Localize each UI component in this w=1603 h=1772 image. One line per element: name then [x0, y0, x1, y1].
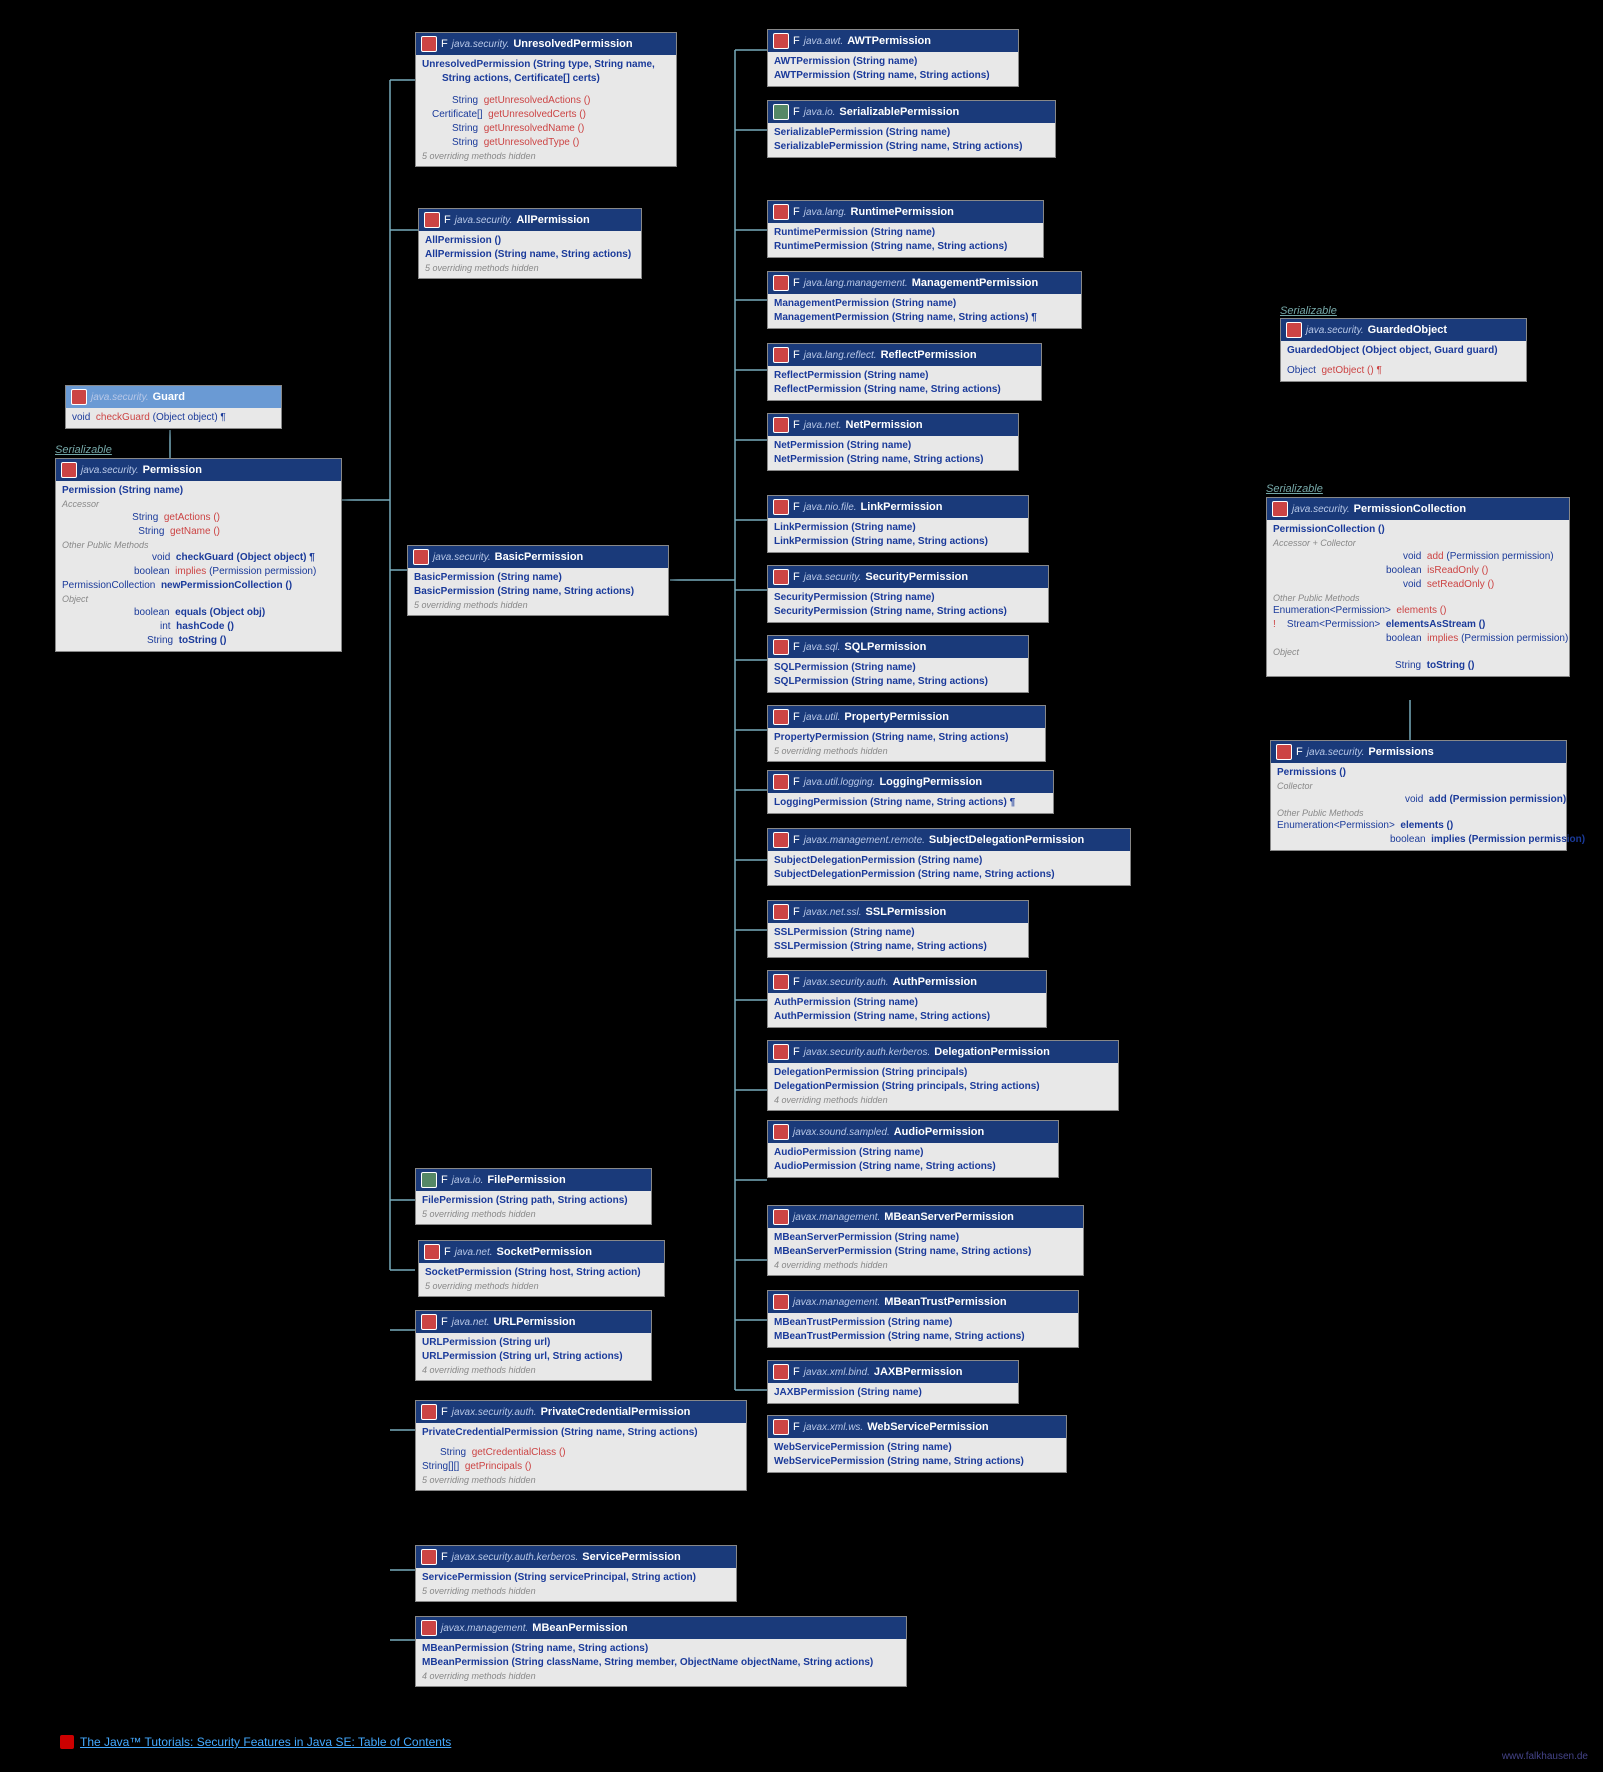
class-icon	[773, 347, 789, 363]
class-icon	[773, 499, 789, 515]
class-runtime-permission: Fjava.lang.RuntimePermissionRuntimePermi…	[767, 200, 1044, 258]
class-security-permission: Fjava.security.SecurityPermissionSecurit…	[767, 565, 1049, 623]
class-audio-permission: javax.sound.sampled.AudioPermissionAudio…	[767, 1120, 1059, 1178]
class-icon	[424, 1244, 440, 1260]
class-file-permission: Fjava.io.FilePermission FilePermission (…	[415, 1168, 652, 1225]
class-icon	[421, 36, 437, 52]
watermark: www.falkhausen.de	[1502, 1751, 1588, 1762]
class-icon	[773, 1419, 789, 1435]
class-permission: java.security.Permission Permission (Str…	[55, 458, 342, 652]
class-mbean-server-permission: javax.management.MBeanServerPermissionMB…	[767, 1205, 1084, 1276]
class-icon	[773, 1364, 789, 1380]
class-icon	[773, 104, 789, 120]
class-auth-permission: Fjavax.security.auth.AuthPermissionAuthP…	[767, 970, 1047, 1028]
class-logging-permission: Fjava.util.logging.LoggingPermissionLogg…	[767, 770, 1054, 814]
interface-icon	[71, 389, 87, 405]
class-icon	[421, 1172, 437, 1188]
class-header: java.security.BasicPermission	[408, 546, 668, 568]
class-mbean-permission: javax.management.MBeanPermission MBeanPe…	[415, 1616, 907, 1687]
class-url-permission: Fjava.net.URLPermission URLPermission (S…	[415, 1310, 652, 1381]
class-net-permission: Fjava.net.NetPermissionNetPermission (St…	[767, 413, 1019, 471]
class-private-credential-permission: Fjavax.security.auth.PrivateCredentialPe…	[415, 1400, 747, 1491]
class-icon	[773, 774, 789, 790]
class-permissions: Fjava.security.Permissions Permissions (…	[1270, 740, 1567, 851]
class-icon	[773, 275, 789, 291]
class-icon	[773, 33, 789, 49]
oracle-icon	[60, 1735, 74, 1749]
class-icon	[421, 1404, 437, 1420]
class-jaxb-permission: Fjavax.xml.bind.JAXBPermissionJAXBPermis…	[767, 1360, 1019, 1404]
class-header: java.security.Guard	[66, 386, 281, 408]
class-permission-collection: java.security.PermissionCollection Permi…	[1266, 497, 1570, 677]
class-management-permission: Fjava.lang.management.ManagementPermissi…	[767, 271, 1082, 329]
class-icon	[773, 569, 789, 585]
class-body: void checkGuard (Object object) ¶	[66, 408, 281, 428]
class-ssl-permission: Fjavax.net.ssl.SSLPermissionSSLPermissio…	[767, 900, 1029, 958]
class-icon	[773, 417, 789, 433]
class-delegation-permission: Fjavax.security.auth.kerberos.Delegation…	[767, 1040, 1119, 1111]
class-icon	[773, 1044, 789, 1060]
class-icon	[773, 639, 789, 655]
class-icon	[773, 832, 789, 848]
connector-lines	[0, 0, 1603, 1772]
class-icon	[1272, 501, 1288, 517]
serializable-label: Serializable	[1266, 483, 1323, 495]
class-icon	[421, 1314, 437, 1330]
class-icon	[421, 1620, 437, 1636]
class-property-permission: Fjava.util.PropertyPermissionPropertyPer…	[767, 705, 1046, 762]
class-icon	[424, 212, 440, 228]
class-subject-delegation-permission: Fjavax.management.remote.SubjectDelegati…	[767, 828, 1131, 886]
class-header: Fjava.security.AllPermission	[419, 209, 641, 231]
class-link-permission: Fjava.nio.file.LinkPermissionLinkPermiss…	[767, 495, 1029, 553]
class-basic-permission: java.security.BasicPermission BasicPermi…	[407, 545, 669, 616]
class-all-permission: Fjava.security.AllPermission AllPermissi…	[418, 208, 642, 279]
class-icon	[773, 709, 789, 725]
class-sql-permission: Fjava.sql.SQLPermissionSQLPermission (St…	[767, 635, 1029, 693]
class-service-permission: Fjavax.security.auth.kerberos.ServicePer…	[415, 1545, 737, 1602]
class-icon	[421, 1549, 437, 1565]
class-icon	[1276, 744, 1292, 760]
class-awt-permission: Fjava.awt.AWTPermissionAWTPermission (St…	[767, 29, 1019, 87]
class-web-service-permission: Fjavax.xml.ws.WebServicePermissionWebSer…	[767, 1415, 1067, 1473]
class-unresolved-permission: Fjava.security.UnresolvedPermission Unre…	[415, 32, 677, 167]
class-guard: java.security.Guard void checkGuard (Obj…	[65, 385, 282, 429]
class-icon	[773, 1124, 789, 1140]
class-icon	[413, 549, 429, 565]
class-icon	[773, 974, 789, 990]
class-body: UnresolvedPermission (String type, Strin…	[416, 55, 676, 166]
class-icon	[773, 1294, 789, 1310]
tutorial-link[interactable]: The Java™ Tutorials: Security Features i…	[80, 1735, 451, 1749]
serializable-label: Serializable	[55, 444, 112, 456]
class-body: Permission (String name) Accessor String…	[56, 481, 341, 651]
class-header: Fjava.security.UnresolvedPermission	[416, 33, 676, 55]
class-guarded-object: java.security.GuardedObject GuardedObjec…	[1280, 318, 1527, 382]
class-mbean-trust-permission: javax.management.MBeanTrustPermissionMBe…	[767, 1290, 1079, 1348]
class-socket-permission: Fjava.net.SocketPermission SocketPermiss…	[418, 1240, 665, 1297]
class-reflect-permission: Fjava.lang.reflect.ReflectPermissionRefl…	[767, 343, 1042, 401]
class-icon	[773, 204, 789, 220]
serializable-label: Serializable	[1280, 305, 1337, 317]
class-serializable-permission: Fjava.io.SerializablePermissionSerializa…	[767, 100, 1056, 158]
class-icon	[61, 462, 77, 478]
class-header: java.security.Permission	[56, 459, 341, 481]
class-icon	[773, 1209, 789, 1225]
class-icon	[773, 904, 789, 920]
class-icon	[1286, 322, 1302, 338]
